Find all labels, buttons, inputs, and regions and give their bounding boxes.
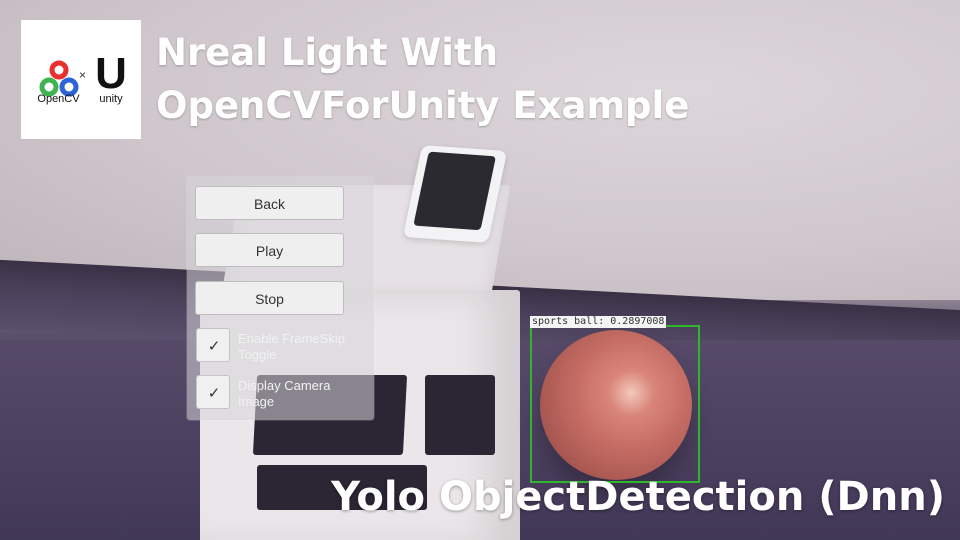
- opencv-unity-logo: OpenCV × U unity: [21, 20, 141, 139]
- stand-opening: [425, 375, 495, 455]
- unity-logo-icon: U: [95, 49, 127, 98]
- title-line-2: OpenCVForUnity Example: [156, 84, 690, 127]
- check-icon: ✓: [207, 337, 221, 355]
- opencv-logo-text: OpenCV: [37, 93, 80, 105]
- frameskip-toggle-label: Enable FrameSkip Toggle: [238, 331, 345, 362]
- detection-label: sports ball: 0.2897008: [530, 316, 667, 328]
- phone-screen: [413, 151, 496, 231]
- example-name: Yolo ObjectDetection (Dnn): [331, 474, 945, 520]
- play-button[interactable]: Play: [195, 233, 344, 267]
- page-title: Nreal Light With OpenCVForUnity Example: [156, 26, 689, 132]
- unity-logo-text: unity: [99, 93, 123, 105]
- detection-bounding-box: [530, 325, 700, 483]
- control-panel: Back Play Stop ✓ Enable FrameSkip Toggle…: [187, 177, 374, 420]
- display-camera-image-checkbox[interactable]: ✓: [196, 375, 230, 409]
- frameskip-checkbox[interactable]: ✓: [196, 328, 230, 362]
- logo-separator: ×: [79, 68, 87, 82]
- display-camera-image-toggle[interactable]: ✓ Display Camera Image: [196, 375, 371, 415]
- back-button[interactable]: Back: [195, 186, 344, 220]
- stop-button[interactable]: Stop: [195, 281, 344, 315]
- title-line-1: Nreal Light With: [156, 31, 499, 74]
- check-icon: ✓: [207, 384, 221, 402]
- frameskip-toggle[interactable]: ✓ Enable FrameSkip Toggle: [196, 328, 371, 368]
- display-camera-image-label: Display Camera Image: [238, 378, 331, 409]
